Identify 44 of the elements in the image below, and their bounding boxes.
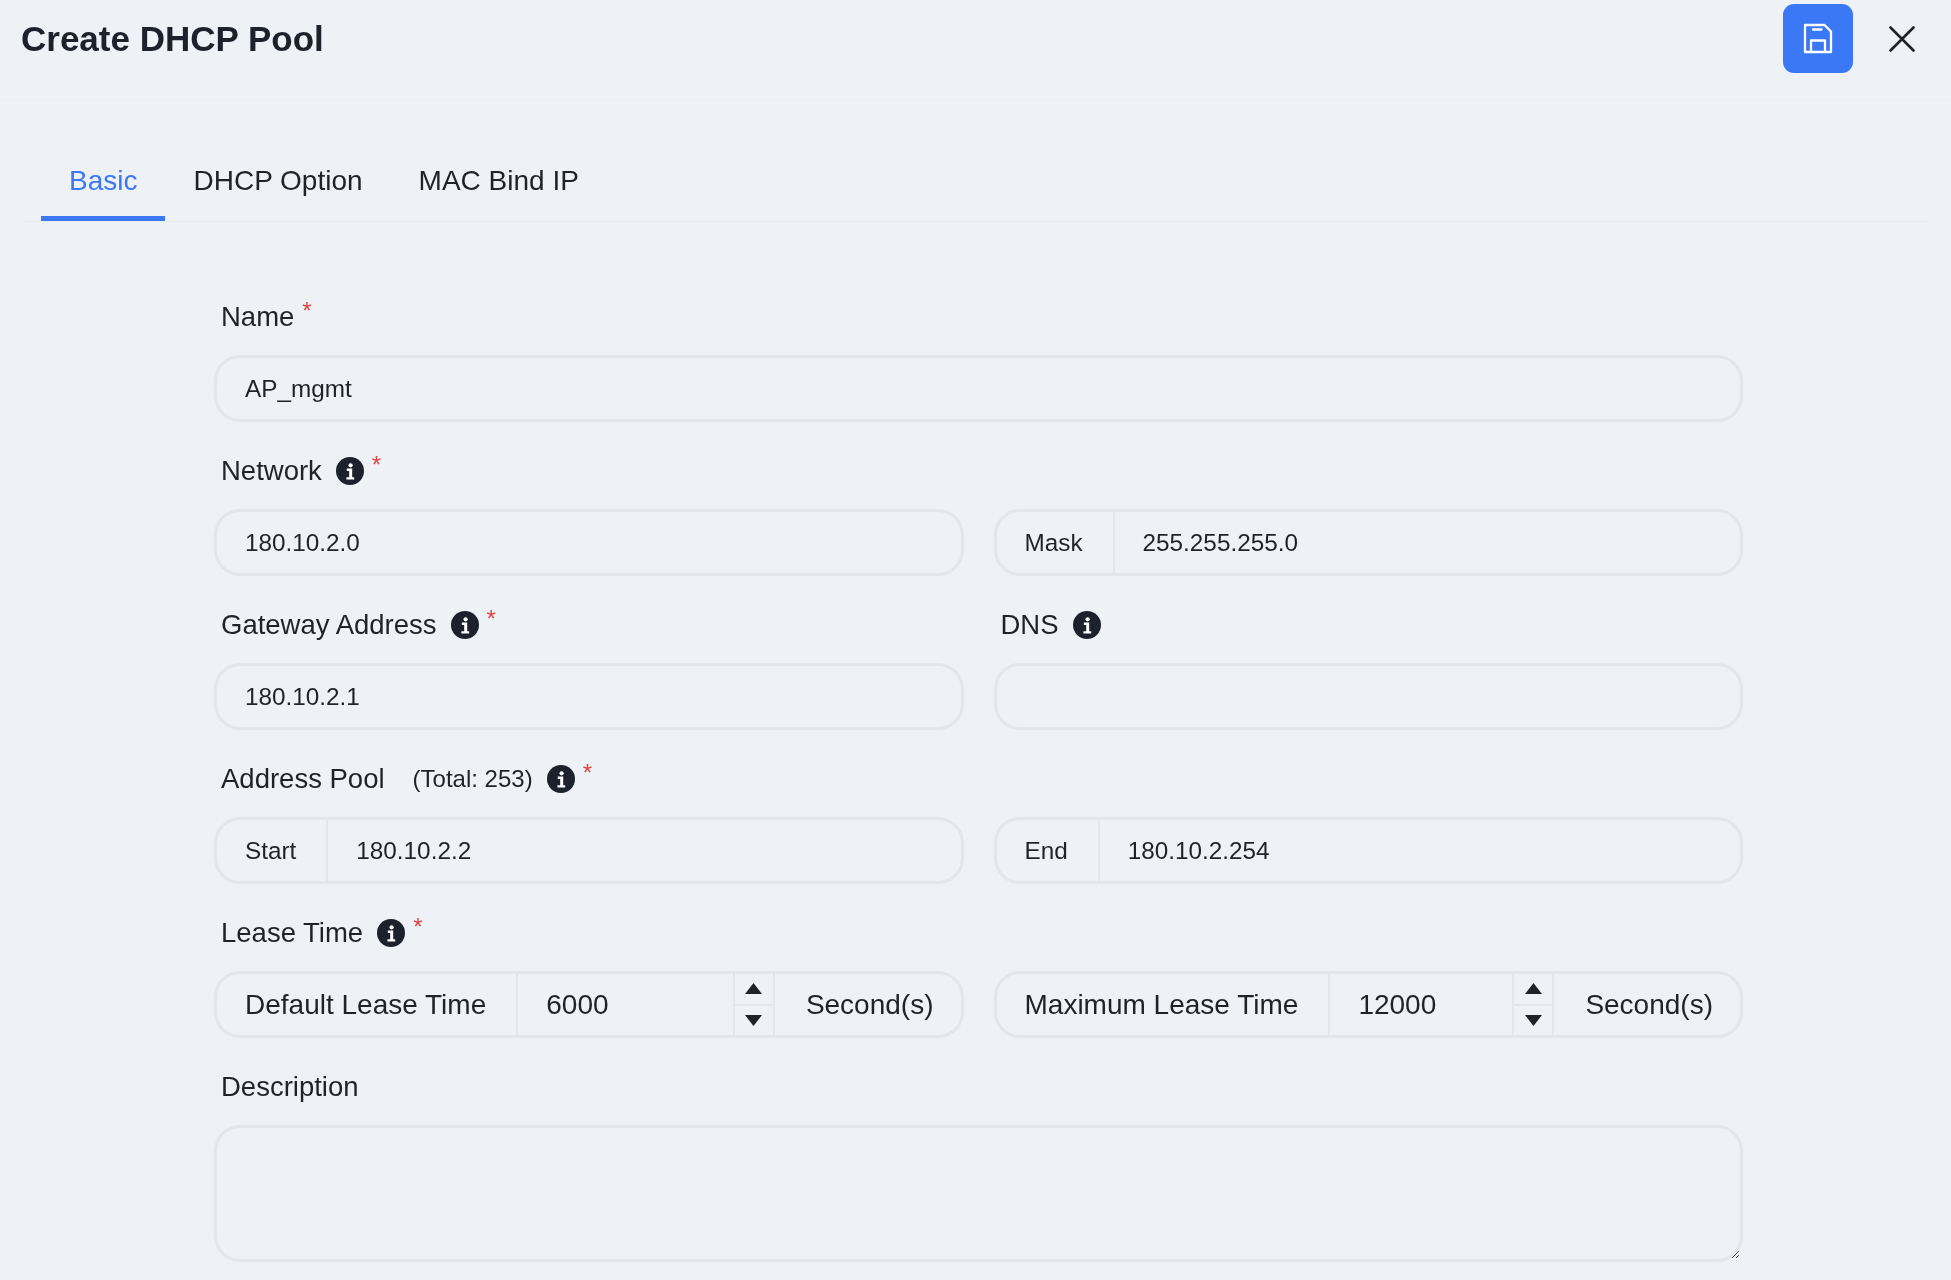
required-mark: * (413, 913, 423, 941)
addon-label: Default Lease Time (217, 974, 519, 1035)
addon-label: Start (217, 820, 329, 881)
field-label: Network (221, 455, 322, 487)
tab[interactable]: DHCP Option (165, 141, 391, 221)
caret-down-icon[interactable] (1524, 1014, 1542, 1026)
input-field[interactable]: 180.10.2.2 (328, 820, 961, 881)
field-label: Lease Time (221, 917, 364, 949)
field-note: (Total: 253) (412, 765, 533, 793)
field-label: Gateway Address (221, 609, 437, 641)
required-mark: * (302, 297, 312, 325)
text-field[interactable]: 180.10.2.1 (214, 663, 964, 730)
required-mark: * (582, 759, 592, 787)
addon-label: Maximum Lease Time (996, 974, 1331, 1035)
number-field[interactable]: 6000 (518, 974, 733, 1035)
number-field[interactable]: 12000 (1330, 974, 1513, 1035)
dialog-title: Create DHCP Pool (21, 18, 324, 59)
addon-label: Mask (996, 512, 1115, 573)
tab[interactable]: MAC Bind IP (390, 141, 607, 221)
field-label: Description (221, 1071, 359, 1103)
text-field[interactable]: AP_mgmt (214, 355, 1743, 422)
field-label: Name (221, 301, 295, 333)
tab[interactable]: Basic (41, 141, 166, 221)
text-field[interactable]: 180.10.2.0 (214, 509, 964, 576)
input-group[interactable]: End 180.10.2.254 (993, 817, 1743, 884)
unit-label: Second(s) (804, 987, 935, 1022)
field-label: DNS (1000, 609, 1059, 641)
caret-up-icon[interactable] (745, 983, 763, 995)
number-input-group[interactable]: Default Lease Time 6000 Second(s) (214, 971, 964, 1038)
unit-label: Second(s) (1584, 987, 1714, 1022)
textarea-field[interactable] (214, 1125, 1743, 1262)
input-field[interactable]: 180.10.2.254 (1099, 820, 1740, 881)
input-group[interactable]: Mask 255.255.255.0 (993, 509, 1743, 576)
input-field[interactable]: 255.255.255.0 (1114, 512, 1740, 573)
input-group[interactable]: Start 180.10.2.2 (214, 817, 964, 884)
field-label: Address Pool (221, 763, 385, 795)
number-input-group[interactable]: Maximum Lease Time 12000 Second(s) (993, 971, 1743, 1038)
addon-label: End (996, 820, 1100, 881)
close-icon[interactable] (1889, 25, 1915, 52)
caret-down-icon[interactable] (745, 1014, 763, 1026)
required-mark: * (371, 451, 382, 479)
required-mark: * (486, 605, 496, 633)
caret-up-icon[interactable] (1524, 983, 1542, 995)
save-button[interactable] (1783, 4, 1853, 73)
